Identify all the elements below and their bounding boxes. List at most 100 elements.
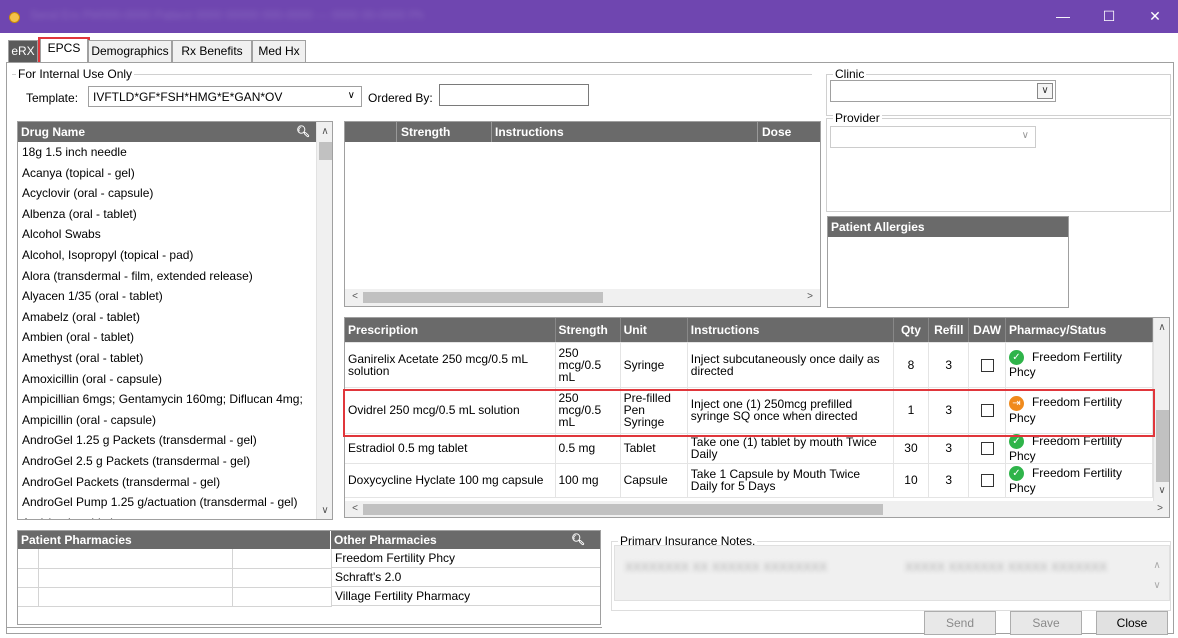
close-button[interactable]: Close: [1096, 611, 1168, 635]
other-pharmacy-item[interactable]: Village Fertility Pharmacy: [331, 587, 600, 606]
daw-checkbox[interactable]: [980, 358, 994, 372]
scroll-left-icon[interactable]: <: [347, 501, 363, 517]
scroll-up-icon[interactable]: ∧: [1149, 558, 1165, 574]
other-pharmacy-item[interactable]: Schraft's 2.0: [331, 568, 600, 587]
drug-list-item[interactable]: AndroGel Packets (transdermal - gel): [18, 472, 316, 493]
drug-list-scrollbar[interactable]: ∧ ∨: [316, 122, 332, 519]
drug-list-item[interactable]: AndroGel 1.25 g Packets (transdermal - g…: [18, 430, 316, 451]
clinic-label: Clinic: [833, 67, 867, 81]
other-pharmacies-header: Other Pharmacies 🔍︎: [331, 531, 600, 549]
scroll-right-icon[interactable]: >: [1152, 501, 1168, 517]
maximize-button[interactable]: ☐: [1086, 0, 1132, 33]
tab-bar: eRX EPCS Demographics Rx Benefits Med Hx: [6, 37, 1174, 64]
selected-drug-hscroll[interactable]: < >: [345, 289, 820, 306]
drug-list-item[interactable]: Alcohol Swabs: [18, 224, 316, 245]
prescription-refill: 3: [928, 342, 970, 388]
drug-name-header: Drug Name 🔍︎: [18, 122, 316, 142]
search-icon[interactable]: 🔍︎: [571, 531, 585, 549]
app-icon: [9, 12, 20, 23]
prescription-row[interactable]: Doxycycline Hyclate 100 mg capsule 100 mg…: [345, 463, 1154, 498]
drug-list-item[interactable]: Alcohol, Isopropyl (topical - pad): [18, 245, 316, 266]
daw-checkbox[interactable]: [980, 474, 994, 488]
drug-list-item[interactable]: Albenza (oral - tablet): [18, 204, 316, 225]
scroll-down-icon[interactable]: ∨: [1154, 483, 1169, 499]
template-select[interactable]: IVFTLD*GF*FSH*HMG*E*GAN*OV ∨: [88, 86, 362, 107]
scroll-thumb[interactable]: [1156, 410, 1169, 482]
prescription-instructions: Take 1 Capsule by Mouth Twice Daily for …: [687, 463, 894, 498]
col-instructions: Instructions: [491, 122, 564, 142]
col-refill: Refill: [928, 318, 970, 343]
template-label: Template:: [26, 91, 79, 105]
drug-list-item[interactable]: Acanya (topical - gel): [18, 163, 316, 184]
tab-erx[interactable]: eRX: [8, 40, 38, 62]
send-button[interactable]: Send: [924, 611, 996, 635]
drug-list-item[interactable]: 18g 1.5 inch needle: [18, 142, 316, 163]
window-title: Send Erx Pt#000-0000 Patient 0000 00000 …: [30, 8, 424, 22]
scroll-left-icon[interactable]: <: [347, 289, 363, 305]
scroll-up-icon[interactable]: ∧: [317, 124, 332, 140]
provider-select[interactable]: ∨: [830, 126, 1036, 148]
prescription-name: Estradiol 0.5 mg tablet: [345, 433, 556, 464]
scroll-down-icon[interactable]: ∨: [1149, 578, 1165, 594]
insurance-notes-box[interactable]: XXXXXXXX XX XXXXXX XXXXXXXX XXXXX XXXXXX…: [614, 545, 1170, 601]
drug-list-item[interactable]: Acyclovir (oral - capsule): [18, 183, 316, 204]
prescription-qty: 8: [893, 342, 930, 388]
drug-list-item[interactable]: Anri (oral - tablet): [18, 513, 316, 519]
drug-list-item[interactable]: Ambien (oral - tablet): [18, 327, 316, 348]
daw-cell: [968, 342, 1006, 388]
drug-list-item[interactable]: AndroGel 2.5 g Packets (transdermal - ge…: [18, 451, 316, 472]
pharmacy-status-cell: ✓ Freedom Fertility Phcy: [1005, 463, 1154, 498]
hscroll-thumb[interactable]: [363, 504, 883, 515]
scroll-down-icon[interactable]: ∨: [317, 503, 332, 519]
drug-list-item[interactable]: Alora (transdermal - film, extended rele…: [18, 266, 316, 287]
drug-list: Drug Name 🔍︎ 18g 1.5 inch needle Acanya (…: [17, 121, 333, 520]
prescription-instructions: Take one (1) tablet by mouth Twice Daily: [687, 433, 894, 464]
pharmacy-name: Freedom Fertility Phcy: [1008, 349, 1122, 380]
drug-list-item[interactable]: AndroGel Pump 1.25 g/actuation (transder…: [18, 492, 316, 513]
prescriptions-vscroll[interactable]: ∧ ∨: [1153, 318, 1169, 501]
col-unit: Unit: [620, 318, 688, 343]
scroll-up-icon[interactable]: ∧: [1154, 320, 1169, 336]
prescription-qty: 30: [893, 433, 930, 464]
clinic-select[interactable]: ∨: [830, 80, 1056, 102]
close-window-button[interactable]: ✕: [1132, 0, 1178, 33]
col-daw: DAW: [968, 318, 1006, 343]
prescriptions-hscroll[interactable]: < >: [345, 501, 1169, 517]
selected-drug-header: Strength Instructions Dose: [345, 122, 820, 142]
drug-list-item[interactable]: Ampicillian 6mgs; Gentamycin 160mg; Difl…: [18, 389, 316, 410]
tab-demographics[interactable]: Demographics: [88, 40, 172, 62]
col-blank: [345, 122, 397, 142]
pharmacy-name: Freedom Fertility Phcy: [1008, 433, 1122, 463]
insurance-notes-line1: XXXXXXXX XX XXXXXX XXXXXXXX: [625, 560, 828, 574]
ovidrel-highlight-box: [343, 389, 1155, 437]
patient-allergies-header: Patient Allergies: [828, 217, 1068, 237]
prescription-row[interactable]: Ganirelix Acetate 250 mcg/0.5 mL solutio…: [345, 342, 1154, 388]
drug-list-item[interactable]: Amoxicillin (oral - capsule): [18, 369, 316, 390]
search-icon[interactable]: 🔍︎: [296, 122, 310, 142]
drug-list-item[interactable]: Alyacen 1/35 (oral - tablet): [18, 286, 316, 307]
patient-pharmacies-header: Patient Pharmacies: [18, 531, 330, 549]
col-qty: Qty: [893, 318, 930, 343]
scroll-thumb[interactable]: [319, 142, 332, 160]
status-ok-icon: ✓: [1008, 350, 1024, 366]
drug-list-item[interactable]: Ampicillin (oral - capsule): [18, 410, 316, 431]
prescription-strength: 0.5 mg: [555, 433, 621, 464]
other-pharmacies-list: Freedom Fertility Phcy Schraft's 2.0 Villa…: [331, 549, 600, 606]
tab-med-hx[interactable]: Med Hx: [252, 40, 306, 62]
scroll-right-icon[interactable]: >: [802, 289, 818, 305]
title-bar: Send Erx Pt#000-0000 Patient 0000 00000 …: [0, 0, 1178, 33]
other-pharmacy-item[interactable]: Freedom Fertility Phcy: [331, 549, 600, 568]
tab-rx-benefits[interactable]: Rx Benefits: [172, 40, 252, 62]
minimize-button[interactable]: —: [1040, 0, 1086, 33]
drug-list-item[interactable]: Amethyst (oral - tablet): [18, 348, 316, 369]
drug-list-item[interactable]: Amabelz (oral - tablet): [18, 307, 316, 328]
hscroll-thumb[interactable]: [363, 292, 603, 303]
pharmacy-status-cell: ✓ Freedom Fertility Phcy: [1005, 342, 1154, 388]
chevron-down-icon[interactable]: ∨: [1037, 83, 1053, 99]
save-button[interactable]: Save: [1010, 611, 1082, 635]
insurance-notes-line2: XXXXX XXXXXXX XXXXX XXXXXXX: [905, 560, 1108, 574]
col-strength: Strength: [401, 125, 451, 139]
prescription-row[interactable]: Estradiol 0.5 mg tablet 0.5 mg Tablet Take …: [345, 433, 1154, 464]
ordered-by-input[interactable]: [439, 84, 589, 106]
daw-checkbox[interactable]: [980, 442, 994, 456]
